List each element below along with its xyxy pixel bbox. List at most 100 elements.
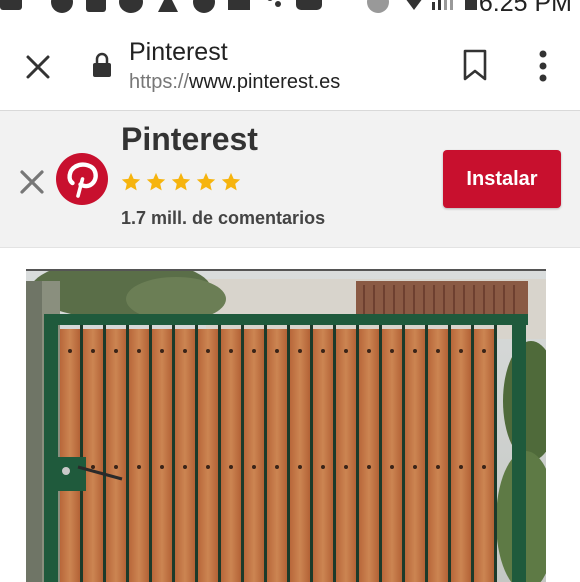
slat-screw <box>321 465 325 469</box>
gate-slat <box>359 329 379 582</box>
battery-icon <box>465 0 477 10</box>
slat-screw <box>275 465 279 469</box>
page-title: Pinterest <box>129 38 228 66</box>
review-count: 1.7 mill. de comentarios <box>121 208 326 228</box>
banner-app-name: Pinterest <box>121 121 258 157</box>
slat-screw <box>206 465 210 469</box>
star-icon <box>171 172 191 191</box>
gate-bar <box>241 325 244 582</box>
gate-slat <box>290 329 310 582</box>
bookmark-icon[interactable] <box>461 48 489 82</box>
slat-screw <box>229 465 233 469</box>
page-url: https://www.pinterest.es <box>129 71 340 94</box>
bluetooth-icon <box>367 0 389 13</box>
overflow-menu-icon[interactable] <box>530 48 556 84</box>
slat-screw <box>344 465 348 469</box>
signal-icon <box>432 0 453 10</box>
gate-slat <box>60 329 80 582</box>
star-icon <box>221 172 241 191</box>
url-host: www.pinterest.es <box>189 71 341 93</box>
gate-bar <box>333 325 336 582</box>
slat-screw <box>68 349 72 353</box>
rating-stars <box>120 171 245 193</box>
gate-bar <box>264 325 267 582</box>
slat-screw <box>114 465 118 469</box>
gate-photo <box>26 271 546 582</box>
wifi-icon <box>406 0 422 10</box>
slat-screw <box>229 349 233 353</box>
gate-slat <box>405 329 425 582</box>
gate-bar <box>149 325 152 582</box>
slat-screw <box>160 465 164 469</box>
gate-bar <box>126 325 129 582</box>
slat-screw <box>114 349 118 353</box>
slat-screw <box>344 349 348 353</box>
gate-slat <box>474 329 494 582</box>
star-icon <box>196 172 216 191</box>
slat-screw <box>390 465 394 469</box>
slat-screw <box>91 465 95 469</box>
gate-bar <box>448 325 451 582</box>
gate-slat <box>83 329 103 582</box>
slat-screw <box>160 349 164 353</box>
app-install-banner: Pinterest 1.7 mill. de comentarios Insta… <box>0 111 580 248</box>
gate-bar <box>425 325 428 582</box>
gate-bar <box>218 325 221 582</box>
slat-screw <box>436 349 440 353</box>
gate-slat <box>267 329 287 582</box>
gate-slat <box>428 329 448 582</box>
gate-slat <box>244 329 264 582</box>
slat-screw <box>275 349 279 353</box>
gate-slat <box>175 329 195 582</box>
gate-bar <box>195 325 198 582</box>
slat-screw <box>298 465 302 469</box>
gate-slat <box>106 329 126 582</box>
gate-slat <box>382 329 402 582</box>
slat-screw <box>459 349 463 353</box>
slat-screw <box>252 349 256 353</box>
gate-bar <box>402 325 405 582</box>
gate-slat <box>129 329 149 582</box>
install-button[interactable]: Instalar <box>443 150 561 208</box>
gate-slat <box>198 329 218 582</box>
pin-image[interactable] <box>26 269 546 582</box>
gate-bar <box>103 325 106 582</box>
slat-screw <box>252 465 256 469</box>
status-bar: 6:25 PM <box>0 0 580 16</box>
slat-screw <box>137 465 141 469</box>
gate-bar <box>379 325 382 582</box>
slat-screw <box>206 349 210 353</box>
gate-slat <box>451 329 471 582</box>
slat-screw <box>321 349 325 353</box>
gate-bar <box>80 325 83 582</box>
gate-bar <box>356 325 359 582</box>
gate-bar <box>287 325 290 582</box>
star-icon <box>146 172 166 191</box>
slat-screw <box>367 465 371 469</box>
banner-close-icon[interactable] <box>19 169 45 195</box>
gate-bar <box>471 325 474 582</box>
slat-screw <box>367 349 371 353</box>
slat-screw <box>183 465 187 469</box>
star-icon <box>121 172 141 191</box>
status-time: 6:25 PM <box>478 0 572 16</box>
slat-screw <box>482 465 486 469</box>
gate-slat <box>152 329 172 582</box>
gate-slat <box>221 329 241 582</box>
pinterest-logo-icon <box>56 153 108 205</box>
slat-screw <box>413 465 417 469</box>
gate-slat <box>336 329 356 582</box>
browser-toolbar: Pinterest https://www.pinterest.es <box>0 18 580 111</box>
gate-slat <box>313 329 333 582</box>
slat-screw <box>137 349 141 353</box>
gate-bar <box>310 325 313 582</box>
gate-bar <box>494 325 497 582</box>
slat-screw <box>183 349 187 353</box>
gate-bar <box>172 325 175 582</box>
slat-screw <box>436 465 440 469</box>
notification-icons <box>0 0 322 13</box>
close-tab-icon[interactable] <box>22 51 54 83</box>
slat-screw <box>482 349 486 353</box>
slat-screw <box>413 349 417 353</box>
slat-screw <box>298 349 302 353</box>
